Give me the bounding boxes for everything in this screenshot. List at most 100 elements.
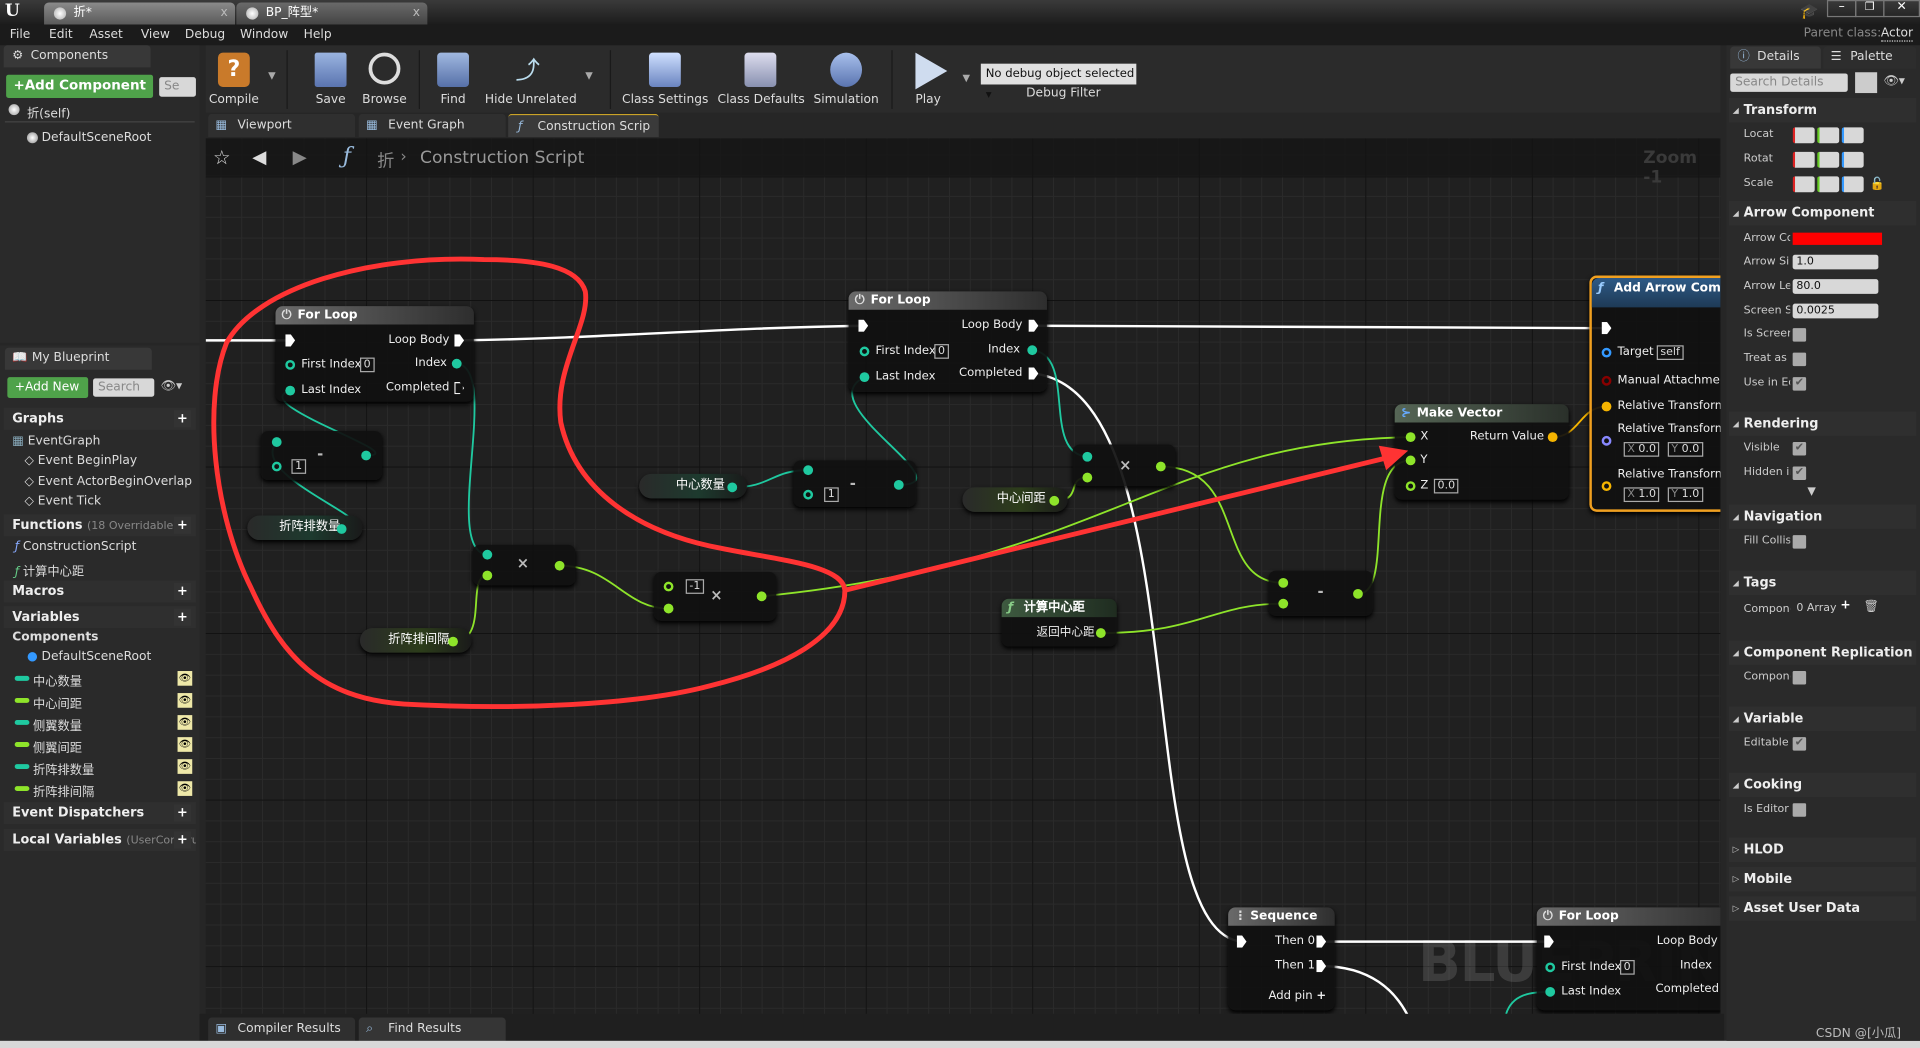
location-x-input[interactable] [1792, 127, 1815, 144]
cooking-section[interactable]: Cooking [1728, 772, 1917, 798]
trash-icon[interactable]: 🗑 [1864, 600, 1880, 613]
add-local-variable-icon[interactable]: + [173, 831, 192, 849]
tags-section[interactable]: Tags [1728, 570, 1917, 596]
my-blueprint-tab[interactable]: 📖 My Blueprint [4, 347, 152, 370]
add-variable-icon[interactable]: + [173, 608, 192, 626]
menu-edit[interactable]: Edit [49, 24, 73, 45]
visibility-eye-icon[interactable]: 👁 [177, 715, 193, 730]
event-item[interactable]: ◇ Event ActorBeginOverlap [24, 475, 192, 488]
scale-y-input[interactable] [1817, 176, 1840, 193]
debug-object-select[interactable]: No debug object selected ▾ [980, 63, 1137, 102]
find-button[interactable]: Find [431, 45, 475, 112]
menu-view[interactable]: View [141, 24, 170, 45]
visibility-eye-icon[interactable]: 👁 [177, 671, 193, 686]
rotation-label[interactable]: Rotat [1744, 152, 1791, 167]
tab-details[interactable]: ⓘ Details [1730, 46, 1821, 69]
tab-palette[interactable]: ☰ Palette [1823, 46, 1917, 69]
function-item[interactable]: ƒ 计算中心距 [15, 561, 84, 579]
location-z-input[interactable] [1841, 127, 1864, 144]
tab-construction-script[interactable]: ƒ Construction Scrip [508, 113, 659, 138]
visibility-eye-icon[interactable]: 👁 [177, 693, 193, 708]
class-settings-button[interactable]: Class Settings [622, 45, 708, 112]
function-item[interactable]: ƒ ConstructionScript [15, 540, 137, 553]
browse-button[interactable]: Browse [358, 45, 412, 112]
hide-unrelated-button[interactable]: ⤴ Hide Unrelated [485, 45, 577, 112]
close-window-button[interactable]: ✕ [1883, 0, 1920, 18]
doc-tab-2[interactable]: BP_阵型* x [236, 2, 428, 25]
components-search[interactable]: Se [159, 77, 196, 97]
minimize-button[interactable]: – [1826, 0, 1857, 18]
is-screen-checkbox[interactable] [1792, 328, 1807, 342]
add-macro-icon[interactable]: + [173, 582, 192, 601]
graphs-header[interactable]: Graphs + [3, 407, 196, 430]
fill-collision-checkbox[interactable] [1792, 535, 1807, 549]
visibility-eye-icon[interactable]: 👁 [177, 781, 193, 796]
arrow-size-input[interactable]: 1.0 [1792, 254, 1879, 270]
scale-z-input[interactable] [1841, 176, 1864, 193]
event-item[interactable]: ◇ Event Tick [24, 495, 101, 508]
add-function-icon[interactable]: + [173, 516, 192, 534]
variable-item[interactable]: 侧翼间距 👁 [14, 737, 199, 756]
is-editor-only-checkbox[interactable] [1792, 803, 1807, 817]
doc-tab-1[interactable]: 折* x [44, 2, 236, 25]
use-in-checkbox[interactable]: ✔ [1792, 377, 1807, 391]
arrow-color-swatch[interactable] [1792, 232, 1883, 245]
transform-section[interactable]: Transform [1728, 97, 1917, 123]
visibility-eye-icon[interactable]: 👁 [177, 759, 193, 774]
visible-checkbox[interactable]: ✔ [1792, 442, 1807, 456]
simulation-button[interactable]: Simulation [811, 45, 882, 112]
variables-header[interactable]: Variables + [3, 606, 196, 629]
editable-checkbox[interactable]: ✔ [1792, 737, 1807, 751]
class-defaults-button[interactable]: Class Defaults [718, 45, 805, 112]
menu-asset[interactable]: Asset [89, 24, 122, 45]
event-item[interactable]: ◇ Event BeginPlay [24, 454, 137, 467]
menu-window[interactable]: Window [240, 24, 288, 45]
rotation-x-input[interactable] [1792, 151, 1815, 168]
close-icon[interactable]: x [413, 2, 420, 24]
event-dispatchers-header[interactable]: Event Dispatchers + [3, 802, 196, 825]
compile-options-dropdown[interactable]: ▼ [268, 70, 276, 81]
add-graph-icon[interactable]: + [173, 410, 192, 428]
hide-unrelated-dropdown[interactable]: ▼ [585, 70, 593, 81]
hidden-checkbox[interactable]: ✔ [1792, 466, 1807, 481]
play-options-dropdown[interactable]: ▼ [962, 72, 970, 83]
navigation-section[interactable]: Navigation [1728, 504, 1917, 529]
add-dispatcher-icon[interactable]: + [173, 804, 192, 822]
rotation-z-input[interactable] [1841, 151, 1864, 168]
replicates-checkbox[interactable] [1792, 671, 1807, 685]
arrow-length-input[interactable]: 80.0 [1792, 279, 1879, 294]
component-item[interactable]: ● DefaultSceneRoot [27, 650, 151, 663]
visibility-options-icon[interactable]: 👁▾ [1883, 75, 1905, 88]
self-item[interactable]: 折(self) [27, 103, 70, 121]
arrow-component-section[interactable]: Arrow Component [1728, 200, 1917, 226]
menu-help[interactable]: Help [304, 24, 332, 45]
functions-header[interactable]: Functions (18 Overridable) + [3, 514, 196, 537]
compile-button[interactable]: ? Compile [206, 45, 262, 112]
add-new-button[interactable]: +Add New [7, 377, 89, 398]
learn-icon[interactable]: 🎓 [1800, 2, 1818, 19]
default-scene-root-item[interactable]: DefaultSceneRoot [42, 131, 152, 144]
scale-label[interactable]: Scale [1744, 176, 1791, 191]
treat-as-checkbox[interactable] [1792, 352, 1807, 367]
property-matrix-icon[interactable] [1855, 72, 1878, 94]
maximize-button[interactable]: ❐ [1855, 0, 1885, 18]
add-element-icon[interactable]: + [1840, 599, 1850, 612]
graph-canvas[interactable]: ☆ ◀ ▶ ƒ 折 › Construction Script Zoom -1 … [205, 138, 1721, 1014]
tab-compiler-results[interactable]: ▣ Compiler Results [208, 1017, 356, 1041]
variable-section[interactable]: Variable [1728, 706, 1917, 732]
tab-viewport[interactable]: ▦ Viewport [208, 113, 356, 138]
location-label[interactable]: Locat [1744, 127, 1791, 142]
components-tab[interactable]: ⚙ Components [3, 45, 151, 68]
variable-item[interactable]: 侧翼数量 👁 [14, 715, 199, 733]
view-options-icon[interactable]: 👁▾ [160, 380, 182, 393]
blueprint-search[interactable]: Search [93, 378, 155, 397]
parent-class-link[interactable]: Actor [1880, 27, 1914, 42]
visibility-eye-icon[interactable]: 👁 [177, 737, 193, 752]
details-search[interactable]: Search Details [1730, 73, 1848, 92]
lock-icon[interactable]: 🔓 [1870, 178, 1885, 191]
hlod-section[interactable]: HLOD [1728, 837, 1917, 863]
close-icon[interactable]: x [221, 2, 228, 24]
variable-item[interactable]: 中心间距 👁 [14, 693, 199, 711]
play-button[interactable]: Play [904, 45, 953, 112]
tab-event-graph[interactable]: ▦ Event Graph [358, 113, 506, 138]
